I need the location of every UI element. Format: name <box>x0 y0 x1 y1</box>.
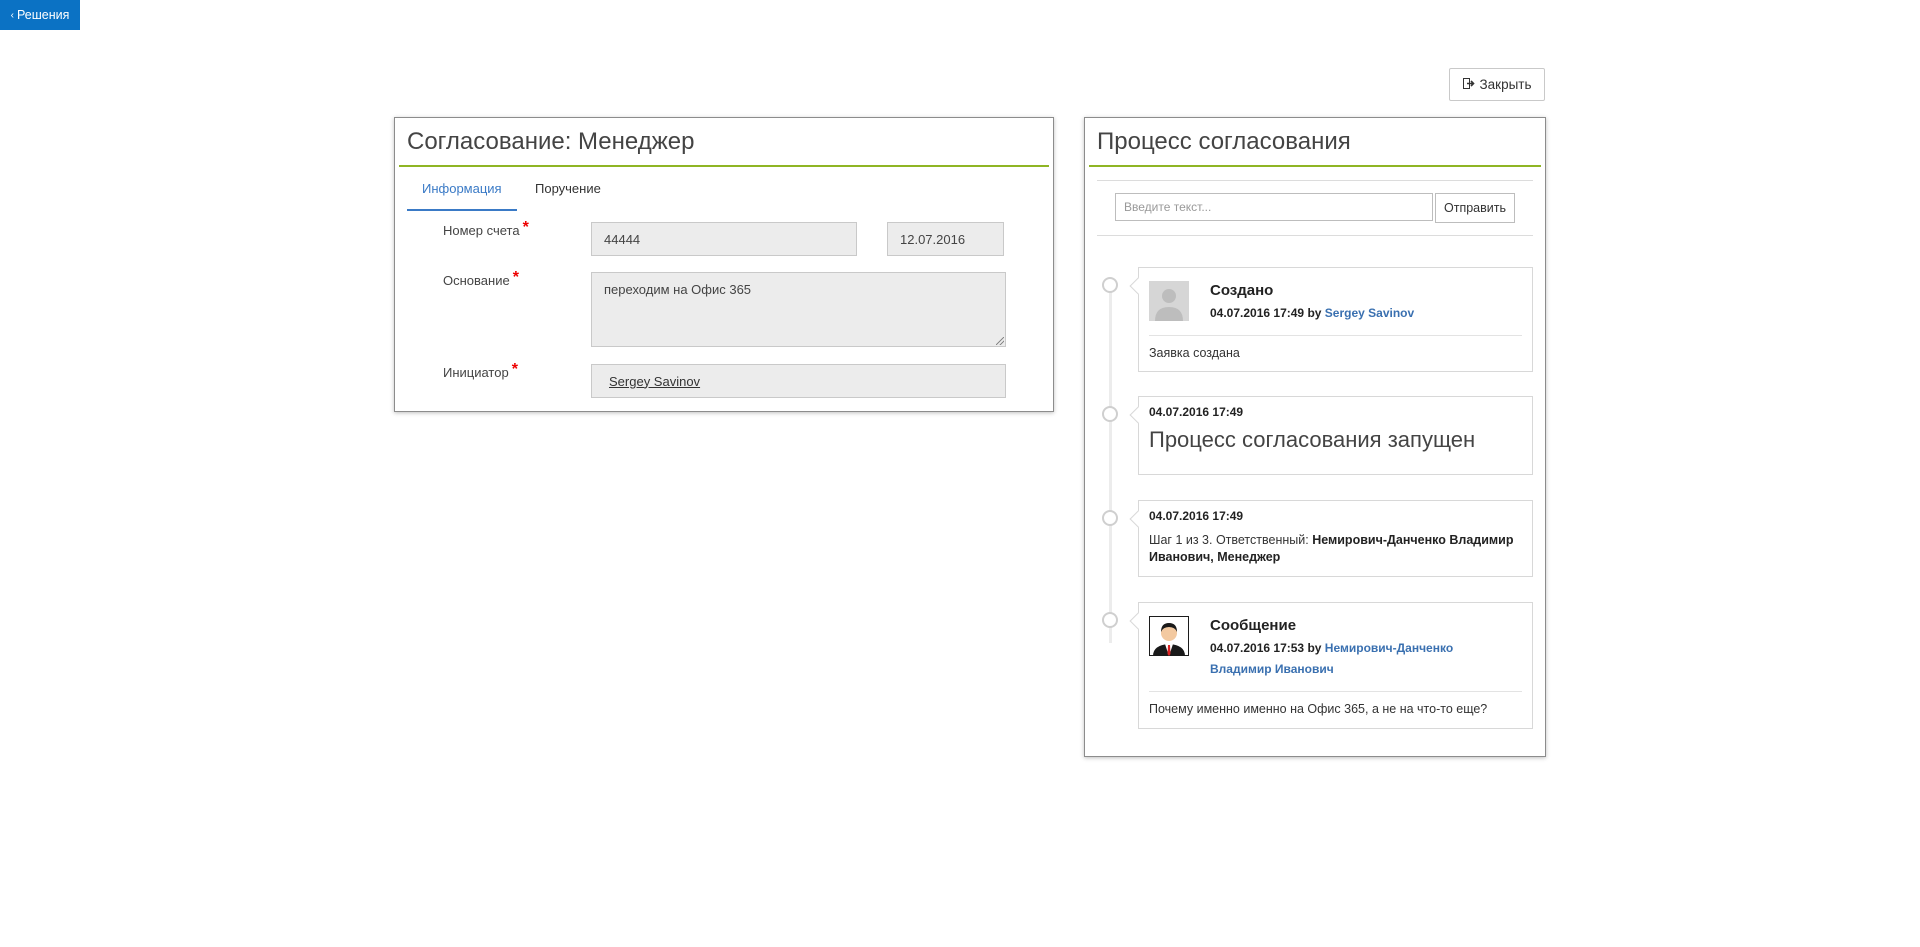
required-mark: * <box>522 219 529 236</box>
required-mark: * <box>512 269 519 286</box>
card-divider <box>1149 335 1522 336</box>
approval-form-panel: Согласование: Менеджер Информация Поруче… <box>394 117 1054 412</box>
event-text: Шаг 1 из 3. Ответственный: Немирович-Дан… <box>1149 532 1519 566</box>
step-prefix: Шаг 1 из 3. Ответственный: <box>1149 533 1309 547</box>
account-date-field[interactable]: 12.07.2016 <box>887 222 1004 256</box>
initiator-field[interactable]: Sergey Savinov <box>591 364 1006 398</box>
required-mark: * <box>511 361 518 378</box>
event-author-link[interactable]: Sergey Savinov <box>1325 306 1414 320</box>
card-divider <box>1149 691 1522 692</box>
event-by: by <box>1307 641 1322 655</box>
timeline-event-started: 04.07.2016 17:49 Процесс согласования за… <box>1138 396 1533 475</box>
event-title: Сообщение <box>1210 617 1297 634</box>
user-avatar-icon <box>1149 281 1189 321</box>
timeline-dot <box>1102 406 1118 422</box>
initiator-link[interactable]: Sergey Savinov <box>609 374 700 389</box>
divider <box>1097 180 1533 181</box>
title-divider <box>1089 165 1541 167</box>
event-meta: 04.07.2016 17:53 by Немирович-Данченко В… <box>1210 638 1453 680</box>
event-by: by <box>1307 306 1322 320</box>
tab-assignment[interactable]: Поручение <box>535 181 601 209</box>
form-title: Согласование: Менеджер <box>407 128 695 155</box>
timeline-dot <box>1102 612 1118 628</box>
timeline-dot <box>1102 277 1118 293</box>
account-number-label-text: Номер счета <box>443 223 520 238</box>
initiator-label: Инициатор * <box>443 361 518 382</box>
back-to-solutions-button[interactable]: ‹ Решения <box>0 0 80 30</box>
event-timestamp: 04.07.2016 17:49 <box>1149 405 1244 419</box>
timeline-event-message: Сообщение 04.07.2016 17:53 by Немирович-… <box>1138 602 1533 729</box>
event-author-link[interactable]: Немирович-Данченко <box>1325 641 1453 655</box>
send-button[interactable]: Отправить <box>1435 193 1515 223</box>
resize-handle[interactable] <box>996 337 1004 345</box>
event-meta: 04.07.2016 17:49 by Sergey Savinov <box>1210 303 1414 324</box>
event-text: Почему именно именно на Офис 365, а не н… <box>1149 702 1488 716</box>
chevron-left-icon: ‹ <box>10 9 14 21</box>
close-button[interactable]: Закрыть <box>1449 68 1545 101</box>
reason-text: переходим на Офис 365 <box>604 282 752 297</box>
sign-out-icon <box>1462 77 1475 92</box>
account-number-field[interactable]: 44444 <box>591 222 857 256</box>
reason-textarea[interactable]: переходим на Офис 365 <box>591 272 1006 347</box>
timeline-event-created: Создано 04.07.2016 17:49 by Sergey Savin… <box>1138 267 1533 372</box>
event-text: Заявка создана <box>1149 346 1240 360</box>
title-divider <box>399 165 1049 167</box>
timeline-event-step: 04.07.2016 17:49 Шаг 1 из 3. Ответственн… <box>1138 500 1533 577</box>
event-text: Процесс согласования запущен <box>1149 427 1476 452</box>
reason-label: Основание * <box>443 269 519 290</box>
message-input[interactable] <box>1115 193 1433 221</box>
event-timestamp: 04.07.2016 17:49 <box>1210 306 1305 320</box>
event-title: Создано <box>1210 282 1274 299</box>
divider <box>1097 235 1533 236</box>
back-button-label: Решения <box>16 8 70 22</box>
account-number-label: Номер счета * <box>443 219 529 240</box>
close-button-label: Закрыть <box>1479 77 1532 92</box>
initiator-label-text: Инициатор <box>443 365 509 380</box>
reason-label-text: Основание <box>443 273 510 288</box>
timeline-dot <box>1102 510 1118 526</box>
process-title: Процесс согласования <box>1097 128 1351 155</box>
timeline-line <box>1109 278 1112 643</box>
manager-avatar-icon <box>1149 616 1189 656</box>
approval-process-panel: Процесс согласования Отправить Создано 0… <box>1084 117 1546 757</box>
event-author-link[interactable]: Владимир Иванович <box>1210 662 1334 676</box>
tab-information[interactable]: Информация <box>407 181 517 211</box>
event-timestamp: 04.07.2016 17:49 <box>1149 509 1244 523</box>
event-timestamp: 04.07.2016 17:53 <box>1210 641 1305 655</box>
